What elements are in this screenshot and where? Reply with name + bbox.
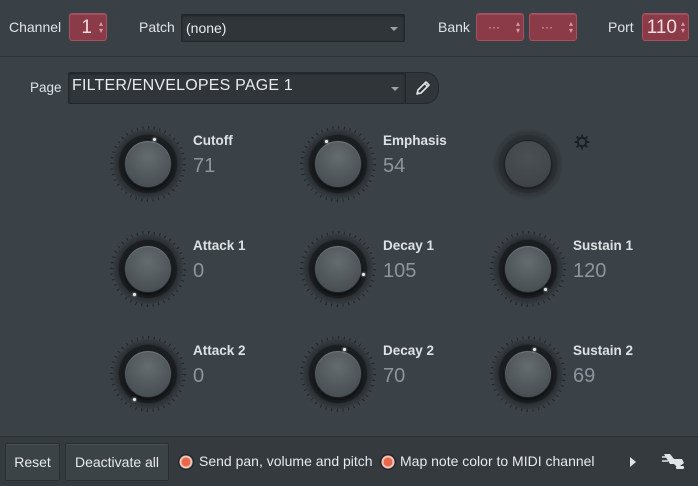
patch-value: (none) <box>186 20 227 36</box>
knob-decay-1[interactable] <box>300 231 376 307</box>
bank-stepper-lsb[interactable]: ··· ▴ ▾ <box>529 13 577 41</box>
send-pan-volume-pitch-checkbox[interactable] <box>178 454 194 470</box>
knob-value-decay-1: 105 <box>383 260 417 282</box>
knob-label-attack-2: Attack 2 <box>193 343 246 358</box>
bank-stepper-msb[interactable]: ··· ▴ ▾ <box>476 13 524 41</box>
spin-arrows-icon: ▴ ▾ <box>680 19 685 35</box>
knob-value-attack-2: 0 <box>193 365 205 387</box>
patch-label: Patch <box>139 19 175 35</box>
knob-label-sustain-1: Sustain 1 <box>573 238 634 253</box>
knob-value-sustain-2: 69 <box>573 365 596 387</box>
knob-indicator <box>133 398 136 401</box>
knob-indicator <box>325 140 328 143</box>
knob-attack-1[interactable] <box>110 231 186 307</box>
map-note-color-checkbox[interactable] <box>380 454 396 470</box>
knob-attack-2[interactable] <box>110 336 186 412</box>
knob-decay-2[interactable] <box>300 336 376 412</box>
knob-unassigned[interactable] <box>493 129 563 199</box>
bank-value-msb: ··· <box>488 20 500 34</box>
chevron-down-icon <box>391 87 399 91</box>
knob-indicator <box>362 273 365 276</box>
channel-stepper[interactable]: 1 ▴ ▾ <box>69 13 107 41</box>
gear-icon[interactable] <box>572 132 592 152</box>
send-pan-volume-pitch-label: Send pan, volume and pitch <box>199 453 373 469</box>
knob-value-decay-2: 70 <box>383 365 406 387</box>
page-select[interactable]: FILTER/ENVELOPES PAGE 1 <box>68 72 406 104</box>
map-note-color-label: Map note color to MIDI channel <box>400 453 595 469</box>
knob-label-decay-1: Decay 1 <box>383 238 435 253</box>
knob-indicator <box>533 348 536 351</box>
knob-label-sustain-2: Sustain 2 <box>573 343 634 358</box>
spin-arrows-icon: ▴ ▾ <box>98 19 103 35</box>
bank-label: Bank <box>438 19 470 35</box>
triangle-right-icon[interactable] <box>628 456 638 468</box>
knob-cutoff[interactable] <box>110 126 186 202</box>
page-label: Page <box>30 80 62 95</box>
chevron-down-icon <box>390 27 398 31</box>
spin-arrows-icon: ▴ ▾ <box>515 19 520 35</box>
deactivate-all-button[interactable]: Deactivate all <box>65 443 169 481</box>
port-label: Port <box>608 19 634 35</box>
knob-label-decay-2: Decay 2 <box>383 343 435 358</box>
knob-sustain-1[interactable] <box>490 231 566 307</box>
reset-button[interactable]: Reset <box>5 443 60 481</box>
channel-value: 1 <box>81 17 92 38</box>
knob-indicator <box>343 348 346 351</box>
knob-sustain-2[interactable] <box>490 336 566 412</box>
knob-value-sustain-1: 120 <box>573 260 607 282</box>
knob-indicator <box>133 293 136 296</box>
knob-label-attack-1: Attack 1 <box>193 238 246 253</box>
knob-label-emphasis: Emphasis <box>383 133 447 148</box>
knob-indicator <box>544 288 547 291</box>
patch-select[interactable]: (none) <box>181 14 405 42</box>
bank-value-lsb: ··· <box>541 20 553 34</box>
pencil-icon <box>416 81 430 95</box>
knob-value-emphasis: 54 <box>383 155 406 177</box>
page-value: FILTER/ENVELOPES PAGE 1 <box>72 77 293 94</box>
spin-arrows-icon: ▴ ▾ <box>568 19 573 35</box>
knob-value-attack-1: 0 <box>193 260 205 282</box>
knob-emphasis[interactable] <box>300 126 376 202</box>
knob-indicator <box>153 138 156 141</box>
port-stepper[interactable]: 110 ▴ ▾ <box>642 13 689 41</box>
channel-label: Channel <box>9 19 62 35</box>
knob-value-cutoff: 71 <box>193 155 216 177</box>
knob-label-cutoff: Cutoff <box>193 133 233 148</box>
port-value: 110 <box>646 17 677 38</box>
plug-icon[interactable] <box>660 451 686 473</box>
edit-page-button[interactable] <box>405 72 439 104</box>
